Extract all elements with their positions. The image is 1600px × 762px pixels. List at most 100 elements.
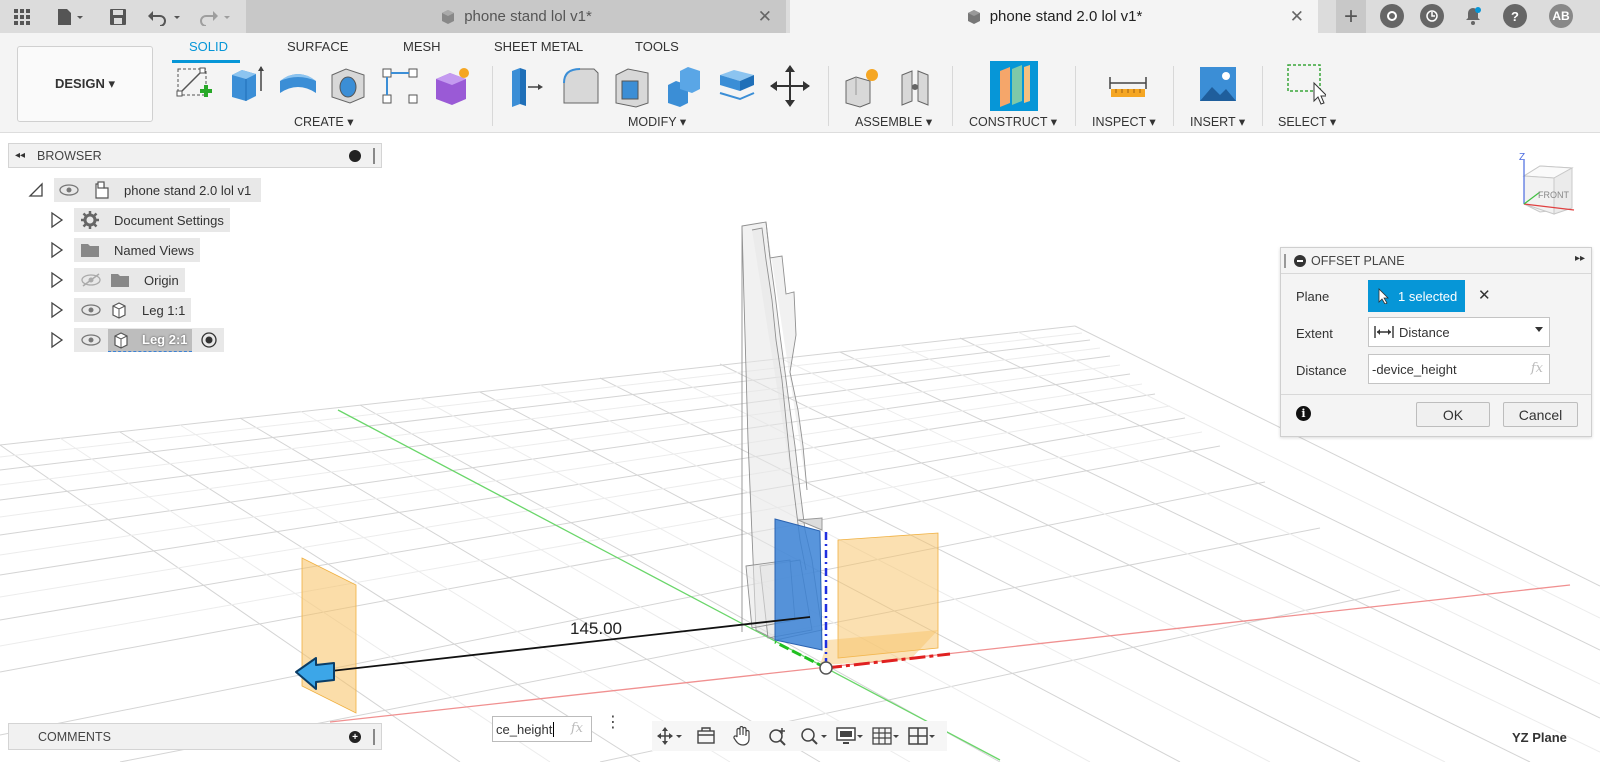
- assemble-menu[interactable]: ASSEMBLE ▾: [855, 114, 932, 129]
- orbit-icon[interactable]: [652, 721, 688, 751]
- tab-solid[interactable]: SOLID: [189, 39, 228, 54]
- file-icon[interactable]: [50, 0, 90, 33]
- new-tab-icon[interactable]: +: [1336, 0, 1366, 33]
- display-settings-icon[interactable]: [832, 721, 868, 751]
- add-comment-icon[interactable]: +: [349, 731, 361, 743]
- construct-menu[interactable]: CONSTRUCT ▾: [969, 114, 1057, 129]
- dialog-minimize-icon[interactable]: [1294, 254, 1306, 267]
- expand-triangle-icon[interactable]: [50, 241, 64, 259]
- pan-hand-icon[interactable]: [724, 721, 760, 751]
- expand-triangle-icon[interactable]: [50, 211, 64, 229]
- new-component-icon[interactable]: [842, 63, 882, 109]
- comments-panel-header[interactable]: COMMENTS +: [8, 723, 382, 750]
- minimize-panel-icon[interactable]: [349, 150, 361, 162]
- viewports-icon[interactable]: [904, 721, 940, 751]
- view-cube-face-label[interactable]: FRONT: [1538, 190, 1569, 200]
- view-cube-axis-label: Z: [1519, 152, 1526, 163]
- browser-item-document-settings[interactable]: Document Settings: [50, 208, 230, 232]
- tab-sheet-metal[interactable]: SHEET METAL: [494, 39, 583, 54]
- expand-triangle-icon[interactable]: [50, 331, 64, 349]
- activate-component-icon[interactable]: [200, 331, 218, 349]
- insert-menu[interactable]: INSERT ▾: [1190, 114, 1245, 129]
- extensions-icon[interactable]: [1380, 4, 1404, 28]
- grid-settings-icon[interactable]: [868, 721, 904, 751]
- workspace-switcher-button[interactable]: DESIGN ▾: [17, 46, 153, 122]
- dialog-header[interactable]: OFFSET PLANE ▸▸: [1281, 248, 1591, 274]
- tab-tools[interactable]: TOOLS: [635, 39, 679, 54]
- clear-selection-icon[interactable]: ✕: [1478, 286, 1491, 304]
- expand-triangle-icon[interactable]: [50, 271, 64, 289]
- document-cube-icon: [442, 9, 455, 24]
- browser-item-leg-1[interactable]: Leg 1:1: [50, 298, 192, 322]
- browser-item-leg-2[interactable]: Leg 2:1: [50, 328, 224, 352]
- browser-panel-header[interactable]: ◂◂ BROWSER: [8, 143, 382, 168]
- select-menu[interactable]: SELECT ▾: [1278, 114, 1336, 129]
- hole-icon[interactable]: [328, 63, 368, 109]
- modify-menu[interactable]: MODIFY ▾: [628, 114, 686, 129]
- shell-icon[interactable]: [612, 63, 652, 109]
- construct-offset-plane-icon[interactable]: [990, 61, 1038, 111]
- inspect-menu[interactable]: INSPECT ▾: [1092, 114, 1156, 129]
- scene-graphics[interactable]: 145.00: [0, 134, 1600, 762]
- more-options-icon[interactable]: ⋮: [605, 715, 621, 731]
- browser-item-named-views[interactable]: Named Views: [50, 238, 200, 262]
- redo-icon[interactable]: [194, 0, 236, 33]
- extent-dropdown[interactable]: Distance: [1368, 317, 1550, 347]
- offset-face-icon[interactable]: [718, 63, 758, 109]
- job-status-icon[interactable]: [1420, 4, 1444, 28]
- create-menu[interactable]: CREATE ▾: [294, 114, 354, 129]
- undo-icon[interactable]: [144, 0, 186, 33]
- save-icon[interactable]: [104, 0, 132, 33]
- distance-input[interactable]: -device_height fx: [1368, 354, 1550, 384]
- collapse-tree-icon[interactable]: [28, 182, 44, 198]
- fillet-icon[interactable]: [560, 63, 600, 109]
- browser-root-node[interactable]: phone stand 2.0 lol v1: [28, 178, 262, 202]
- info-icon[interactable]: i: [1296, 406, 1311, 421]
- fx-expression-icon[interactable]: fx: [571, 721, 583, 736]
- rectangular-pattern-icon[interactable]: [380, 63, 420, 109]
- visibility-eye-icon[interactable]: [80, 332, 102, 348]
- joint-icon[interactable]: [896, 63, 936, 109]
- cancel-button[interactable]: Cancel: [1503, 402, 1578, 427]
- ok-button[interactable]: OK: [1416, 402, 1490, 427]
- visibility-eye-icon[interactable]: [58, 183, 80, 197]
- panel-resize-handle[interactable]: [373, 729, 375, 745]
- create-form-icon[interactable]: [432, 63, 472, 109]
- expression-input[interactable]: ce_height fx: [492, 716, 592, 742]
- tab-surface[interactable]: SURFACE: [287, 39, 348, 54]
- close-tab-icon[interactable]: ✕: [758, 7, 772, 27]
- visibility-eye-icon[interactable]: [80, 302, 102, 318]
- browser-item-origin[interactable]: Origin: [50, 268, 185, 292]
- insert-image-icon[interactable]: [1198, 63, 1238, 109]
- extrude-icon[interactable]: [226, 63, 266, 109]
- plane-selection-button[interactable]: 1 selected: [1368, 280, 1465, 312]
- collapse-browser-icon[interactable]: ◂◂: [15, 150, 25, 161]
- expand-dialog-icon[interactable]: ▸▸: [1575, 253, 1585, 264]
- revolve-icon[interactable]: [278, 63, 318, 109]
- tab-document-1[interactable]: phone stand lol v1* ✕: [246, 0, 786, 33]
- combine-icon[interactable]: [664, 63, 704, 109]
- help-icon[interactable]: ?: [1503, 4, 1527, 28]
- fx-expression-icon[interactable]: fx: [1531, 361, 1543, 376]
- dialog-drag-handle[interactable]: [1284, 253, 1286, 268]
- press-pull-icon[interactable]: [506, 63, 546, 109]
- move-copy-icon[interactable]: [770, 63, 810, 109]
- app-grid-icon[interactable]: [8, 0, 36, 33]
- expand-triangle-icon[interactable]: [50, 301, 64, 319]
- panel-resize-handle[interactable]: [373, 148, 375, 164]
- tab-document-2[interactable]: phone stand 2.0 lol v1* ✕: [790, 0, 1318, 33]
- tab-mesh[interactable]: MESH: [403, 39, 441, 54]
- close-tab-icon[interactable]: ✕: [1290, 7, 1304, 27]
- 3d-viewport[interactable]: 145.00 FRONT Z YZ Plane: [0, 134, 1600, 762]
- select-window-icon[interactable]: [1286, 63, 1326, 109]
- zoom-icon[interactable]: [760, 721, 796, 751]
- zoom-window-icon[interactable]: [796, 721, 832, 751]
- create-sketch-icon[interactable]: [174, 63, 214, 109]
- user-avatar[interactable]: AB: [1549, 4, 1573, 28]
- view-cube[interactable]: FRONT Z: [1510, 152, 1590, 232]
- look-at-icon[interactable]: [688, 721, 724, 751]
- chevron-down-icon: [1535, 327, 1543, 332]
- hidden-eye-icon[interactable]: [80, 272, 102, 288]
- notification-bell-icon[interactable]: [1461, 4, 1485, 28]
- measure-icon[interactable]: [1108, 63, 1148, 109]
